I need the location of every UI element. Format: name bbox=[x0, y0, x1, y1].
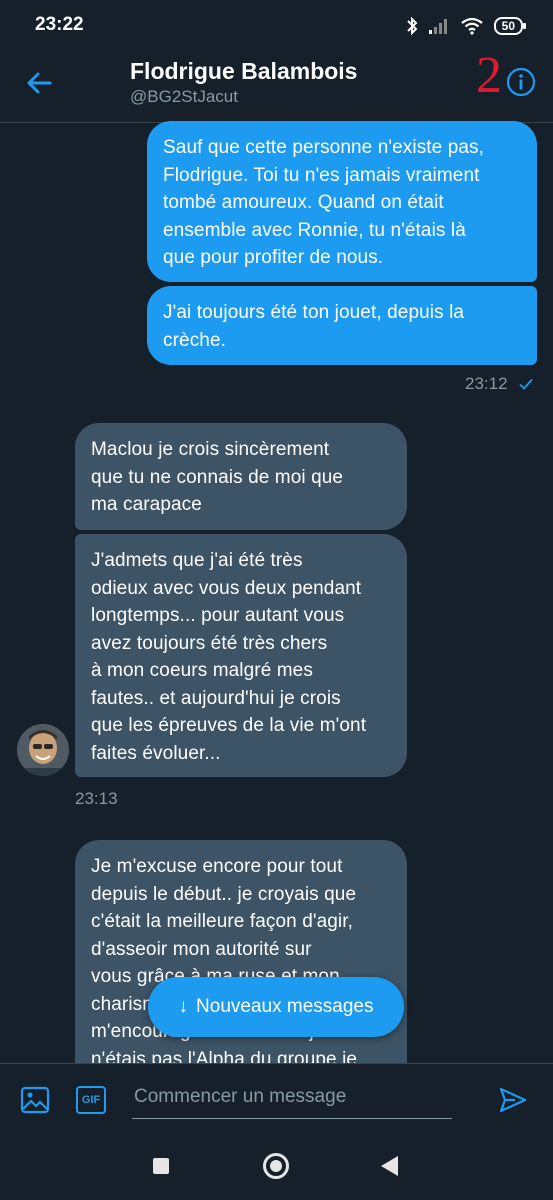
contact-name[interactable]: Flodrigue Balambois bbox=[130, 58, 357, 85]
conversation-header: Flodrigue Balambois @BG2StJacut 2 bbox=[0, 47, 553, 123]
status-icons: 50 bbox=[406, 14, 527, 38]
system-nav-bar bbox=[0, 1136, 553, 1200]
sent-check-icon bbox=[519, 378, 533, 390]
message-bubble-incoming[interactable]: J'admets que j'ai été très odieux avec v… bbox=[75, 534, 407, 777]
cellular-signal-icon bbox=[428, 19, 447, 34]
status-time: 23:22 bbox=[35, 14, 84, 35]
avatar-image bbox=[17, 724, 69, 776]
message-bubble-outgoing[interactable]: J'ai toujours été ton jouet, depuis la c… bbox=[147, 286, 537, 365]
battery-indicator: 50 bbox=[493, 17, 527, 35]
new-messages-button[interactable]: ↓ Nouveaux messages bbox=[148, 977, 404, 1037]
new-messages-label: Nouveaux messages bbox=[196, 996, 374, 1017]
message-timestamp: 23:13 bbox=[75, 789, 118, 808]
gif-button[interactable]: GIF bbox=[76, 1086, 106, 1114]
message-input[interactable] bbox=[132, 1076, 452, 1119]
back-arrow-icon[interactable] bbox=[24, 67, 56, 99]
wifi-icon bbox=[460, 17, 483, 35]
message-bubble-incoming[interactable]: Je m'excuse encore pour tout depuis le d… bbox=[75, 840, 407, 1100]
recent-apps-button[interactable] bbox=[153, 1158, 169, 1174]
status-bar: 23:22 50 bbox=[0, 0, 553, 52]
arrow-down-icon: ↓ bbox=[178, 996, 189, 1017]
overlay-number: 2 bbox=[476, 47, 502, 104]
message-timestamp: 23:12 bbox=[465, 374, 508, 393]
contact-avatar[interactable] bbox=[17, 724, 69, 776]
bluetooth-icon bbox=[406, 16, 418, 36]
send-icon[interactable] bbox=[498, 1085, 528, 1115]
message-bubble-incoming[interactable]: Maclou je crois sincèrement que tu ne co… bbox=[75, 423, 407, 530]
image-icon[interactable] bbox=[20, 1085, 50, 1115]
contact-handle[interactable]: @BG2StJacut bbox=[130, 87, 238, 107]
info-icon[interactable] bbox=[506, 67, 536, 97]
home-button[interactable] bbox=[263, 1153, 289, 1179]
system-back-button[interactable] bbox=[381, 1156, 398, 1176]
message-bubble-outgoing[interactable]: Sauf que cette personne n'existe pas, Fl… bbox=[147, 121, 537, 282]
message-composer: GIF bbox=[0, 1063, 553, 1137]
